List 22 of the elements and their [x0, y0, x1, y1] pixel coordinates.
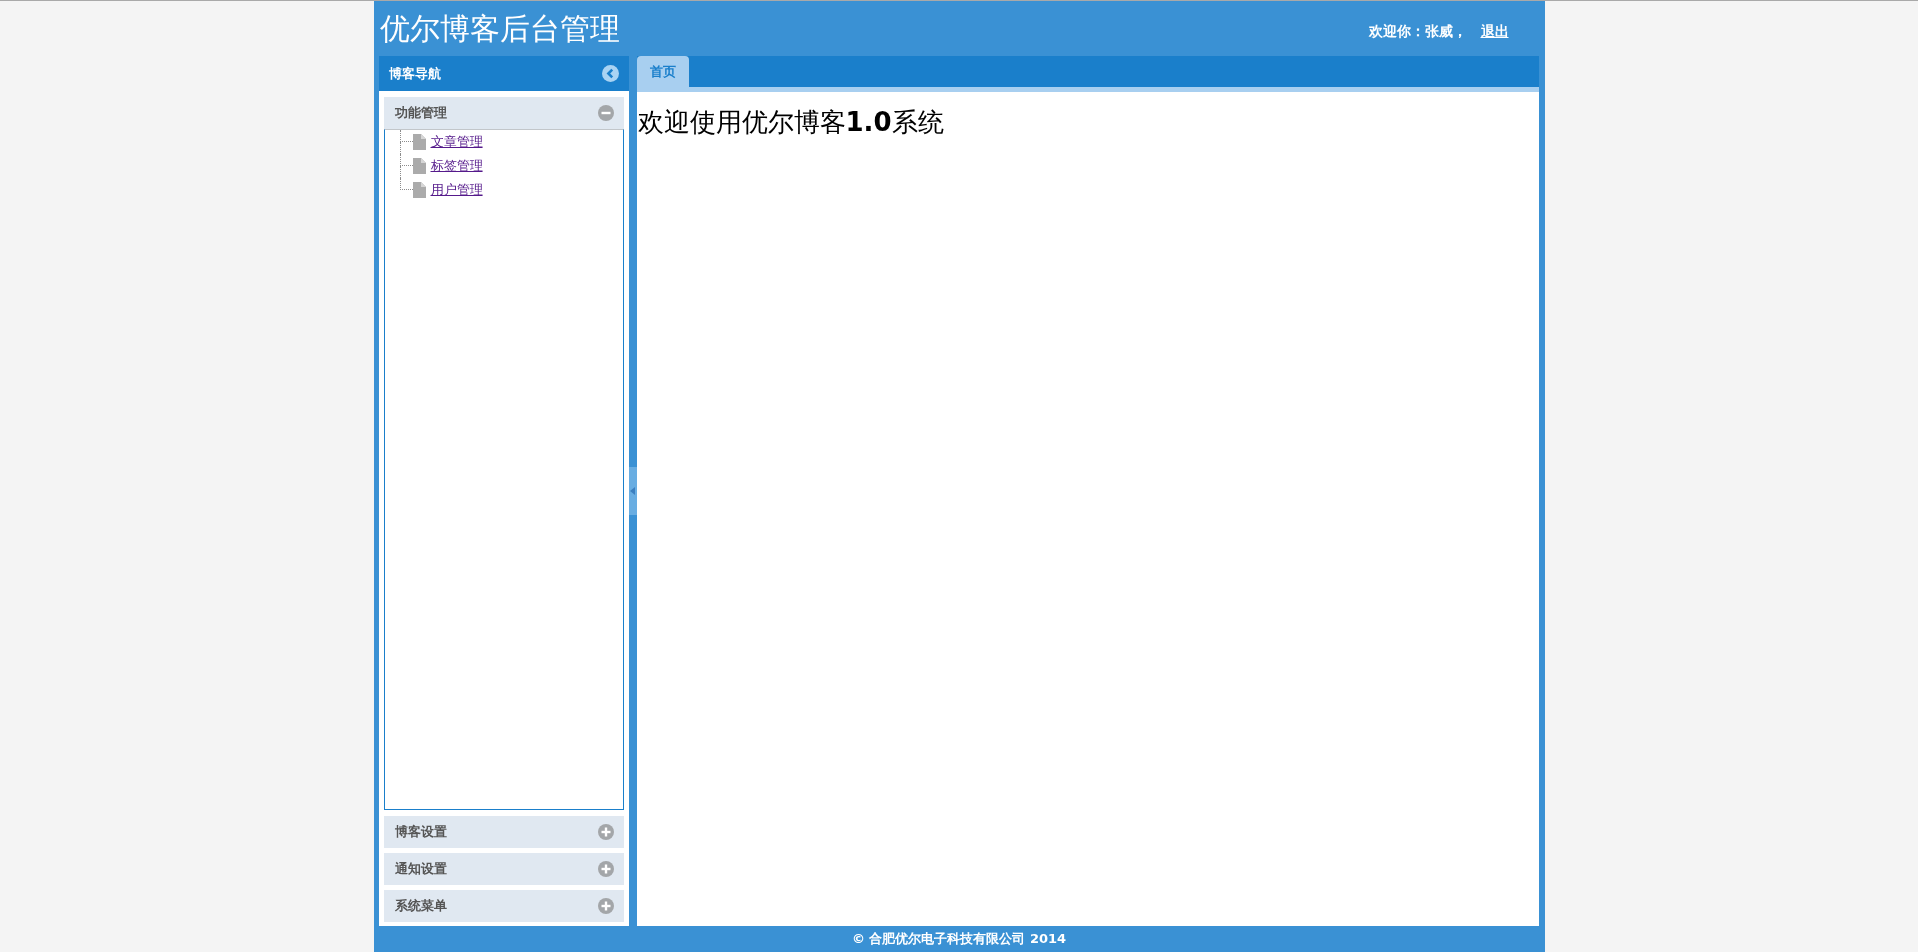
sidebar-title: 博客导航 [388, 64, 441, 83]
nav-link[interactable]: 用户管理 [430, 181, 483, 199]
welcome-heading: 欢迎使用优尔博客1.0系统 [637, 107, 945, 138]
nav-link[interactable]: 文章管理 [430, 133, 483, 151]
file-icon [412, 158, 426, 174]
accordion-header[interactable]: 功能管理 [383, 97, 624, 129]
nav-link[interactable]: 标签管理 [430, 157, 483, 175]
chevron-left-icon[interactable] [601, 65, 619, 82]
logout-link[interactable]: 退出 [1480, 22, 1509, 41]
minus-icon[interactable] [597, 105, 614, 121]
accordion-header[interactable]: 博客设置 [383, 816, 624, 848]
app-title: 优尔博客后台管理 [379, 11, 620, 46]
accordion-header[interactable]: 系统菜单 [383, 890, 624, 922]
file-icon [412, 134, 426, 150]
file-icon [412, 182, 426, 198]
plus-icon[interactable] [597, 824, 614, 840]
user-greeting: 欢迎你：张威， [1368, 22, 1467, 41]
plus-icon[interactable] [597, 898, 614, 914]
plus-icon[interactable] [597, 861, 614, 877]
splitter-handle[interactable] [628, 467, 637, 515]
accordion-header[interactable]: 通知设置 [383, 853, 624, 885]
copyright-text: © 合肥优尔电子科技有限公司 2014 [851, 930, 1067, 948]
